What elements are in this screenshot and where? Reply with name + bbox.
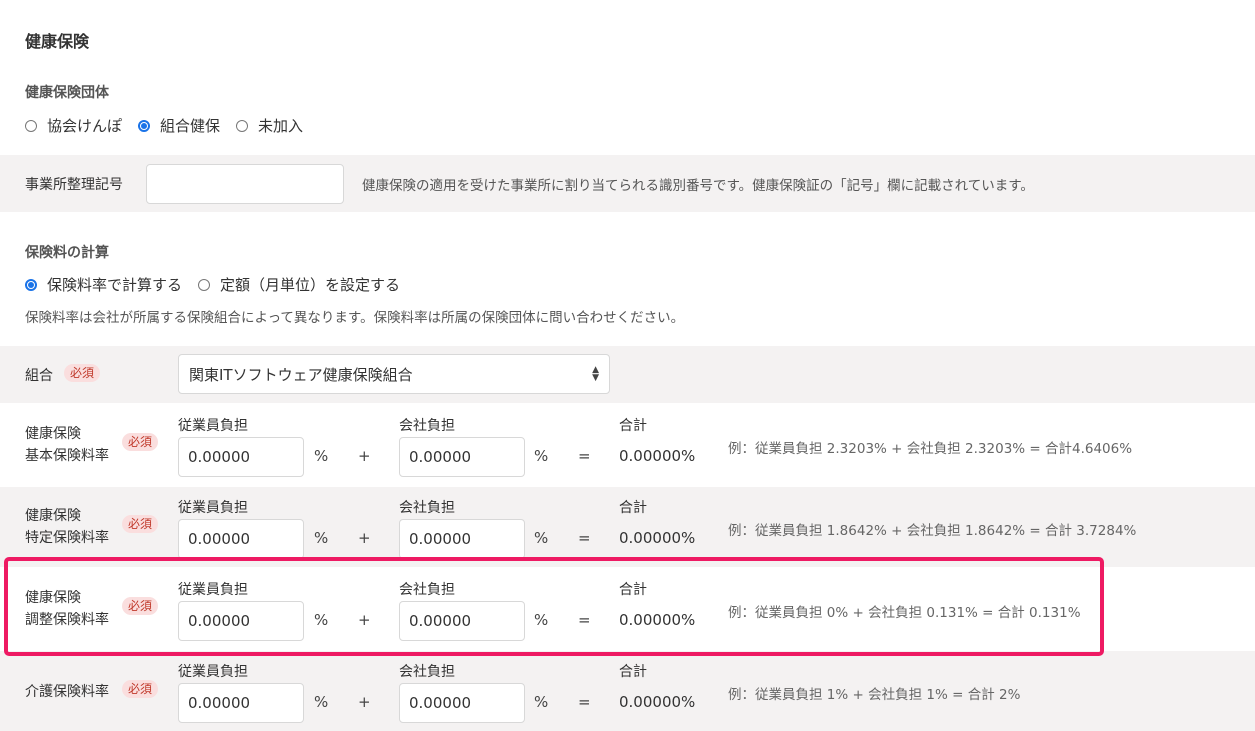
- radio-mikanyu[interactable]: 未加入: [236, 115, 303, 136]
- plus-sign: +: [358, 529, 371, 547]
- union-select-value: 関東ITソフトウェア健康保険組合: [189, 365, 413, 384]
- required-badge: 必須: [122, 680, 159, 698]
- radio-button[interactable]: [198, 278, 211, 291]
- radio-kyokai-kenpo[interactable]: 協会けんぽ: [25, 115, 122, 136]
- radio-fixed-amount[interactable]: 定額（月単位）を設定する: [198, 274, 400, 295]
- insurance-group-heading: 健康保険団体: [25, 85, 109, 101]
- equals-sign: =: [578, 447, 591, 465]
- calculation-heading: 保険料の計算: [25, 245, 109, 261]
- total-label: 合計: [619, 418, 647, 434]
- radio-button[interactable]: [138, 119, 151, 132]
- radio-button[interactable]: [236, 119, 249, 132]
- employee-rate-input[interactable]: 0.00000: [178, 683, 304, 723]
- rate-label-line2: 特定保険料率: [25, 530, 109, 546]
- radio-button[interactable]: [25, 119, 37, 132]
- percent-sign: %: [314, 447, 329, 465]
- company-burden-label: 会社負担: [399, 500, 455, 516]
- calculation-note: 保険料率は会社が所属する保険組合によって異なります。保険料率は所属の保険団体に問…: [25, 310, 685, 326]
- employee-burden-label: 従業員負担: [178, 664, 248, 680]
- calculation-radios: 保険料率で計算する 定額（月単位）を設定する: [25, 274, 416, 295]
- radio-label: 協会けんぽ: [47, 117, 123, 135]
- office-symbol-label: 事業所整理記号: [25, 177, 123, 193]
- employee-rate-input[interactable]: 0.00000: [178, 519, 304, 559]
- plus-sign: +: [358, 693, 371, 711]
- company-rate-input[interactable]: 0.00000: [399, 683, 525, 723]
- rate-label-line1: 健康保険: [25, 426, 81, 442]
- required-badge: 必須: [64, 364, 101, 382]
- example-text: 例：従業員負担 1.8642% + 会社負担 1.8642% = 合計 3.72…: [728, 523, 1137, 539]
- company-burden-label: 会社負担: [399, 418, 455, 434]
- radio-label: 定額（月単位）を設定する: [220, 276, 401, 294]
- page-title: 健康保険: [25, 32, 90, 51]
- total-label: 合計: [619, 664, 647, 680]
- radio-button[interactable]: [25, 278, 37, 291]
- example-text: 例：従業員負担 2.3203% + 会社負担 2.3203% = 合計4.640…: [728, 441, 1133, 457]
- employee-burden-label: 従業員負担: [178, 500, 248, 516]
- highlight-box: [4, 557, 1104, 656]
- percent-sign: %: [534, 447, 549, 465]
- radio-label: 未加入: [258, 117, 304, 135]
- equals-sign: =: [578, 529, 591, 547]
- total-label: 合計: [619, 500, 647, 516]
- union-select[interactable]: 関東ITソフトウェア健康保険組合 ▲ ▼: [178, 354, 610, 394]
- radio-rate-calc[interactable]: 保険料率で計算する: [25, 274, 182, 295]
- employee-burden-label: 従業員負担: [178, 418, 248, 434]
- company-burden-label: 会社負担: [399, 664, 455, 680]
- required-badge: 必須: [122, 433, 159, 451]
- office-symbol-help: 健康保険の適用を受けた事業所に割り当てられる識別番号です。健康保険証の「記号」欄…: [362, 178, 1034, 194]
- radio-kumiai-kenpo[interactable]: 組合健保: [138, 115, 220, 136]
- required-badge: 必須: [122, 515, 159, 533]
- rate-label-line2: 基本保険料率: [25, 448, 109, 464]
- example-text: 例：従業員負担 1% + 会社負担 1% = 合計 2%: [728, 687, 1021, 703]
- percent-sign: %: [534, 693, 549, 711]
- percent-sign: %: [314, 693, 329, 711]
- rate-label-line1: 介護保険料率: [25, 684, 109, 700]
- union-label: 組合: [25, 368, 53, 384]
- percent-sign: %: [314, 529, 329, 547]
- equals-sign: =: [578, 693, 591, 711]
- plus-sign: +: [358, 447, 371, 465]
- select-arrows-icon: ▲ ▼: [592, 365, 599, 383]
- total-value: 0.00000%: [619, 529, 696, 547]
- radio-label: 保険料率で計算する: [47, 276, 183, 294]
- total-value: 0.00000%: [619, 447, 696, 465]
- employee-rate-input[interactable]: 0.00000: [178, 437, 304, 477]
- company-rate-input[interactable]: 0.00000: [399, 519, 525, 559]
- total-value: 0.00000%: [619, 693, 696, 711]
- office-symbol-input[interactable]: [146, 164, 344, 204]
- percent-sign: %: [534, 529, 549, 547]
- rate-label-line1: 健康保険: [25, 508, 81, 524]
- radio-label: 組合健保: [160, 117, 221, 135]
- insurance-group-radios: 協会けんぽ 組合健保 未加入: [25, 115, 319, 136]
- company-rate-input[interactable]: 0.00000: [399, 437, 525, 477]
